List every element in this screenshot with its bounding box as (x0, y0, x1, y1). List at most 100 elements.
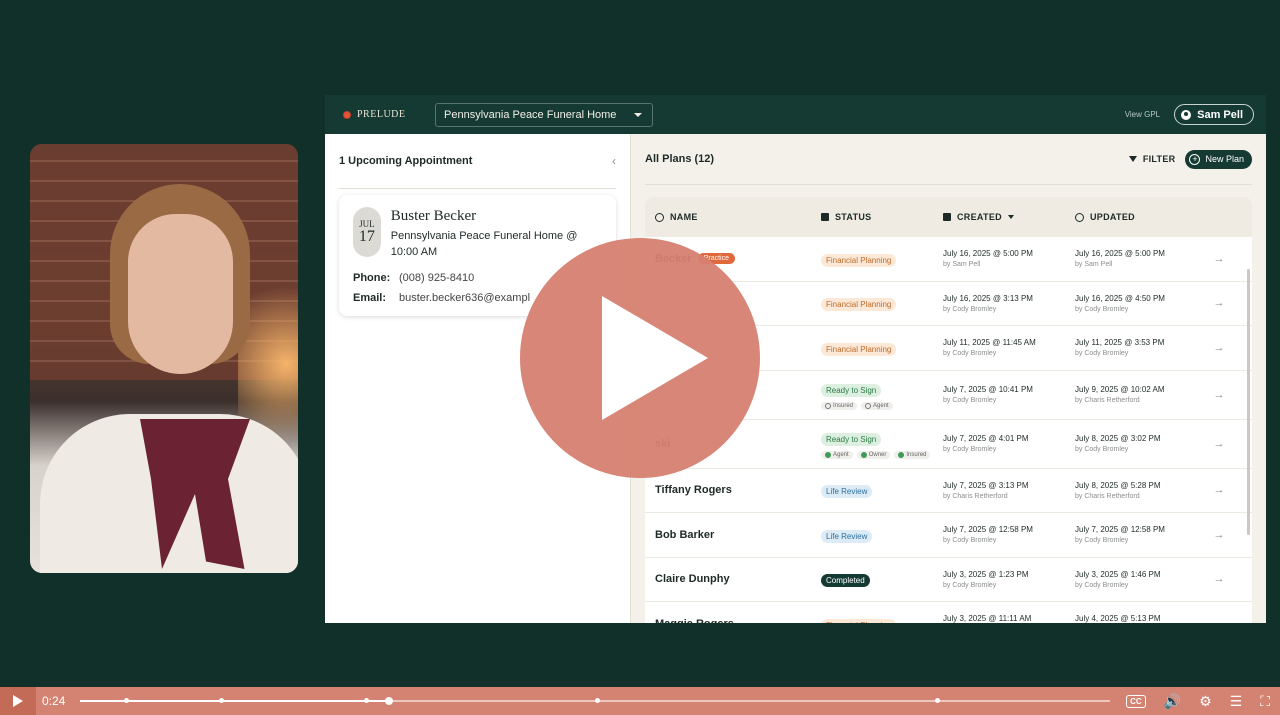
settings-icon[interactable]: ⚙ (1199, 693, 1212, 710)
col-header-created[interactable]: CREATED (943, 212, 1075, 222)
signer-tag: Owner (856, 450, 891, 459)
status-badge: Life Review (821, 529, 873, 543)
filter-button[interactable]: FILTER (1128, 154, 1176, 164)
updated-date: July 8, 2025 @ 5:28 PM (1075, 480, 1161, 490)
user-menu-button[interactable]: Sam Pell (1174, 104, 1254, 125)
updated-by: by Sam Pell (1075, 261, 1113, 269)
arrow-right-icon[interactable]: → (1203, 573, 1235, 585)
plan-status: Financial Planning (821, 294, 943, 312)
col-header-updated[interactable]: UPDATED (1075, 212, 1203, 222)
created-by: by Charis Retherford (943, 492, 1008, 500)
plan-created: July 3, 2025 @ 1:23 PM by Cody Bromley (943, 570, 1075, 589)
captions-icon[interactable]: CC (1126, 694, 1146, 708)
arrow-right-icon[interactable]: → (1203, 484, 1235, 496)
user-name: Sam Pell (1197, 108, 1243, 121)
created-date: July 7, 2025 @ 4:01 PM (943, 434, 1029, 443)
arrow-right-icon[interactable]: → (1203, 618, 1235, 623)
appointment-name: Buster Becker (390, 208, 477, 224)
person-icon (655, 212, 664, 222)
funeral-home-select[interactable]: Pennsylvania Peace Funeral Home (435, 102, 654, 127)
created-date: July 3, 2025 @ 1:23 PM (943, 569, 1029, 579)
signer-tag: Insured (894, 450, 931, 459)
arrow-right-icon[interactable]: → (1203, 389, 1235, 401)
check-icon (825, 451, 831, 458)
chapter-marker[interactable] (595, 698, 600, 703)
clipboard-icon (821, 213, 829, 221)
updated-date: July 4, 2025 @ 5:13 PM (1075, 614, 1161, 623)
top-bar: PRELUDE Pennsylvania Peace Funeral Home … (325, 95, 1266, 134)
plan-name: Bob Barker (645, 529, 821, 541)
phone-value[interactable]: (008) 925-8410 (399, 272, 549, 284)
plan-created: July 7, 2025 @ 3:13 PM by Charis Retherf… (943, 481, 1075, 500)
table-row[interactable]: Claire Dunphy Completed July 3, 2025 @ 1… (645, 558, 1252, 602)
status-badge: Financial Planning (821, 298, 897, 312)
table-row[interactable]: Maggie Rogers Financial Planning July 3,… (645, 602, 1252, 623)
view-gpl-link[interactable]: View GPL (1125, 110, 1160, 119)
plan-created: July 11, 2025 @ 11:45 AM by Cody Bromley (943, 338, 1075, 357)
plan-created: July 7, 2025 @ 4:01 PM by Cody Bromley (943, 434, 1075, 453)
plan-updated: July 3, 2025 @ 1:46 PM by Cody Bromley (1075, 570, 1203, 589)
plan-name: Claire Dunphy (645, 573, 821, 585)
table-header: NAME STATUS CREATED UPDATED (645, 197, 1252, 237)
arrow-right-icon[interactable]: → (1203, 253, 1235, 265)
created-by: by Cody Bromley (943, 305, 997, 313)
volume-icon[interactable]: 🔊 (1164, 693, 1181, 710)
col-header-name[interactable]: NAME (645, 212, 821, 222)
arrow-right-icon[interactable]: → (1203, 438, 1235, 450)
plan-updated: July 16, 2025 @ 5:00 PM by Sam Pell (1075, 249, 1203, 268)
email-value[interactable]: buster.becker636@exampl (399, 292, 549, 304)
table-scrollbar[interactable] (1247, 269, 1250, 535)
created-date: July 11, 2025 @ 11:45 AM (943, 338, 1036, 348)
plan-status: Financial Planning (821, 339, 943, 357)
plan-created: July 16, 2025 @ 3:13 PM by Cody Bromley (943, 294, 1075, 313)
table-row[interactable]: Becker Practice Financial Planning July … (645, 237, 1252, 282)
col-name-label: NAME (670, 212, 698, 222)
status-badge: Financial Planning (821, 342, 897, 356)
phone-label: Phone: (353, 272, 391, 284)
seek-handle[interactable] (385, 697, 394, 705)
arrow-right-icon[interactable]: → (1203, 297, 1235, 309)
plan-updated: July 7, 2025 @ 12:58 PM by Cody Bromley (1075, 525, 1203, 544)
plan-updated: July 11, 2025 @ 3:53 PM by Cody Bromley (1075, 338, 1203, 357)
email-label: Email: (353, 292, 387, 304)
created-by: by Cody Bromley (943, 446, 997, 453)
plan-name-text: Bob Barker (655, 528, 715, 541)
seek-bar[interactable] (80, 697, 1111, 705)
arrow-right-icon[interactable]: → (1203, 529, 1235, 541)
plan-updated: July 4, 2025 @ 5:13 PM by Cody Bromley (1075, 614, 1203, 623)
updated-date: July 3, 2025 @ 1:46 PM (1075, 569, 1161, 579)
chapter-marker[interactable] (219, 698, 224, 703)
updated-date: July 9, 2025 @ 10:02 AM (1075, 385, 1165, 394)
created-date: July 7, 2025 @ 10:41 PM (943, 385, 1033, 394)
col-status-label: STATUS (835, 212, 872, 222)
plan-status: Financial Planning (821, 250, 943, 268)
plan-name: Tiffany Rogers (645, 484, 821, 496)
collapse-chevron-icon[interactable]: ‹ (612, 154, 616, 168)
play-icon[interactable] (0, 687, 36, 715)
table-row[interactable]: Bob Barker Life Review July 7, 2025 @ 12… (645, 513, 1252, 558)
chapters-icon[interactable]: ☰ (1230, 693, 1243, 710)
video-play-button[interactable] (520, 238, 760, 478)
table-row[interactable]: Tiffany Rogers Life Review July 7, 2025 … (645, 469, 1252, 513)
col-header-status[interactable]: STATUS (821, 212, 943, 222)
updated-by: by Cody Bromley (1075, 581, 1129, 589)
prelude-logo[interactable]: PRELUDE (343, 109, 435, 120)
plan-created: July 7, 2025 @ 12:58 PM by Cody Bromley (943, 525, 1075, 544)
chapter-marker[interactable] (124, 698, 129, 703)
plan-updated: July 8, 2025 @ 5:28 PM by Charis Retherf… (1075, 481, 1203, 500)
appointments-title: 1 Upcoming Appointment (339, 155, 473, 167)
chapter-marker[interactable] (364, 698, 369, 703)
updated-date: July 16, 2025 @ 5:00 PM (1075, 249, 1165, 259)
updated-by: by Cody Bromley (1075, 305, 1129, 313)
plan-updated: July 9, 2025 @ 10:02 AM by Charis Rether… (1075, 385, 1203, 404)
fullscreen-icon[interactable]: ⛶ (1260, 693, 1270, 710)
created-date: July 3, 2025 @ 11:11 AM (943, 614, 1032, 623)
created-by: by Cody Bromley (943, 397, 997, 404)
new-plan-button[interactable]: + New Plan (1185, 149, 1252, 169)
plan-status: Life Review (821, 481, 943, 499)
appointment-day: 17 (358, 228, 375, 245)
arrow-right-icon[interactable]: → (1203, 342, 1235, 354)
appointment-date-badge: JUL 17 (353, 207, 381, 257)
created-date: July 7, 2025 @ 12:58 PM (943, 525, 1033, 535)
chapter-marker[interactable] (935, 698, 940, 703)
